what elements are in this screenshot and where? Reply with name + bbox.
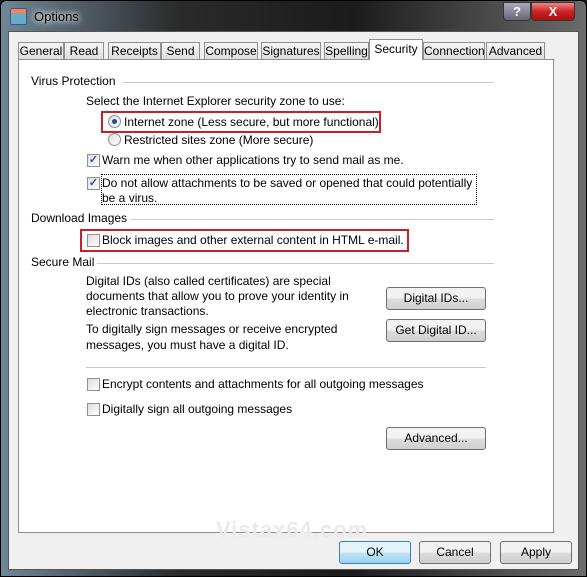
restricted-zone-label[interactable]: Restricted sites zone (More secure) bbox=[124, 133, 313, 147]
attachments-checkbox[interactable]: ✓ bbox=[87, 177, 100, 190]
get-digital-id-button[interactable]: Get Digital ID... bbox=[386, 319, 486, 342]
zone-prompt: Select the Internet Explorer security zo… bbox=[86, 94, 345, 108]
help-button[interactable]: ? bbox=[503, 2, 531, 21]
digitally-sign-checkbox[interactable] bbox=[87, 403, 100, 416]
encrypt-label[interactable]: Encrypt contents and attachments for all… bbox=[102, 377, 424, 391]
app-icon bbox=[10, 8, 27, 25]
tab-compose[interactable]: Compose bbox=[204, 42, 258, 60]
sign-text-2: messages, you must have a digital ID. bbox=[86, 338, 289, 352]
digital-ids-text-3: electronic transactions. bbox=[86, 304, 209, 318]
download-images-heading: Download Images bbox=[31, 211, 128, 225]
tab-connection[interactable]: Connection bbox=[423, 42, 485, 60]
tab-signatures[interactable]: Signatures bbox=[261, 42, 321, 60]
digital-ids-text-1: Digital IDs (also called certificates) a… bbox=[86, 274, 331, 288]
attachments-label-line2[interactable]: be a virus. bbox=[102, 191, 157, 205]
attachments-label-line1[interactable]: Do not allow attachments to be saved or … bbox=[102, 176, 472, 190]
options-dialog: Options ? X General Read Receipts Send C… bbox=[0, 0, 587, 577]
tab-send[interactable]: Send bbox=[161, 42, 200, 60]
tab-receipts[interactable]: Receipts bbox=[108, 42, 161, 60]
warn-checkbox[interactable]: ✓ bbox=[87, 154, 100, 167]
apply-button[interactable]: Apply bbox=[500, 541, 572, 564]
secure-mail-heading: Secure Mail bbox=[31, 255, 95, 269]
tab-security[interactable]: Security bbox=[369, 39, 423, 60]
virus-protection-heading: Virus Protection bbox=[31, 74, 116, 88]
sign-text-1: To digitally sign messages or receive en… bbox=[86, 322, 338, 336]
tab-general[interactable]: General bbox=[18, 42, 64, 60]
ok-button[interactable]: OK bbox=[339, 541, 411, 564]
cancel-button[interactable]: Cancel bbox=[419, 541, 491, 564]
digitally-sign-label[interactable]: Digitally sign all outgoing messages bbox=[102, 402, 292, 416]
tab-advanced[interactable]: Advanced bbox=[486, 42, 545, 60]
divider bbox=[86, 367, 486, 368]
tab-spelling[interactable]: Spelling bbox=[324, 42, 369, 60]
digital-ids-text-2: documents that allow you to prove your i… bbox=[86, 289, 349, 303]
restricted-zone-radio[interactable] bbox=[108, 133, 121, 146]
encrypt-checkbox[interactable] bbox=[87, 378, 100, 391]
watermark: Vistax64.com bbox=[216, 517, 369, 542]
tab-read[interactable]: Read bbox=[64, 42, 104, 60]
internet-zone-radio[interactable] bbox=[108, 115, 121, 128]
warn-label[interactable]: Warn me when other applications try to s… bbox=[102, 153, 404, 167]
close-button[interactable]: X bbox=[531, 2, 575, 21]
internet-zone-label[interactable]: Internet zone (Less secure, but more fun… bbox=[124, 115, 379, 129]
divider bbox=[97, 263, 494, 264]
window-title: Options bbox=[34, 9, 79, 24]
block-images-checkbox[interactable] bbox=[87, 234, 100, 247]
block-images-label[interactable]: Block images and other external content … bbox=[102, 233, 404, 247]
advanced-button[interactable]: Advanced... bbox=[386, 427, 486, 450]
divider bbox=[123, 82, 494, 83]
divider bbox=[131, 219, 494, 220]
digital-ids-button[interactable]: Digital IDs... bbox=[386, 287, 486, 310]
